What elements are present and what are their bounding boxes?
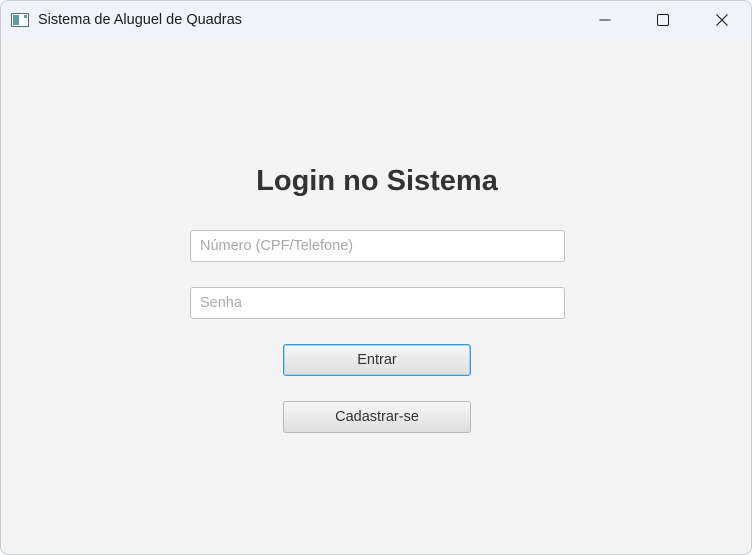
minimize-button[interactable] — [576, 1, 634, 39]
maximize-icon — [657, 14, 669, 26]
close-button[interactable] — [693, 1, 751, 39]
user-number-input[interactable] — [190, 230, 565, 262]
enter-button-label: Entrar — [357, 352, 397, 368]
login-panel: Login no Sistema Entrar Cadastrar-se — [1, 39, 751, 554]
window-title: Sistema de Aluguel de Quadras — [38, 12, 242, 28]
app-window: Sistema de Aluguel de Quadras Login no S… — [0, 0, 752, 555]
close-icon — [716, 14, 728, 26]
maximize-button[interactable] — [634, 1, 692, 39]
minimize-icon — [599, 14, 611, 26]
enter-button[interactable]: Entrar — [283, 344, 471, 376]
password-input[interactable] — [190, 287, 565, 319]
register-button[interactable]: Cadastrar-se — [283, 401, 471, 433]
app-window-icon — [11, 13, 29, 27]
register-button-label: Cadastrar-se — [335, 409, 419, 425]
page-title: Login no Sistema — [256, 165, 498, 197]
title-bar[interactable]: Sistema de Aluguel de Quadras — [1, 1, 751, 39]
